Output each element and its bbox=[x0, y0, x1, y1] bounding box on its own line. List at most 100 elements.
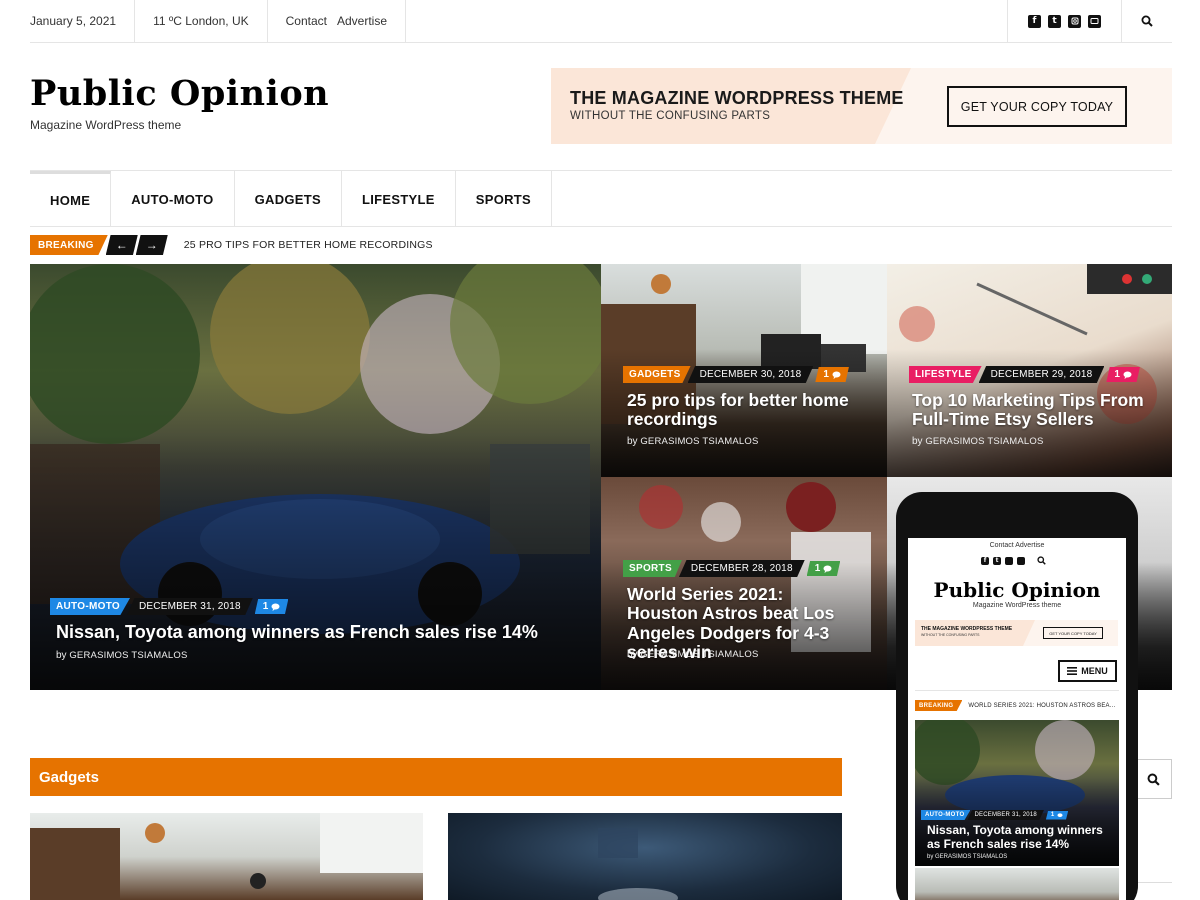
top-links: Contact Advertise bbox=[268, 0, 407, 42]
comment-icon bbox=[832, 371, 841, 379]
mobile-tagline: Magazine WordPress theme bbox=[972, 602, 1062, 609]
mobile-banner-subtitle: WITHOUT THE CONFUSING PARTS bbox=[921, 633, 980, 637]
gadgets-post-thumbnail[interactable] bbox=[30, 813, 423, 900]
main-navigation: HOME AUTO-MOTO GADGETS LIFESTYLE SPORTS bbox=[30, 170, 1172, 227]
breaking-news-ticker: BREAKING ← → 25 PRO TIPS FOR BETTER HOME… bbox=[30, 235, 433, 255]
comment-icon bbox=[1057, 812, 1063, 817]
youtube-icon bbox=[1017, 556, 1025, 565]
ticker-prev-button[interactable]: ← bbox=[105, 235, 138, 255]
featured-post[interactable]: GADGETS DECEMBER 30, 2018 1 25 pro tips … bbox=[601, 264, 887, 477]
header-banner-ad[interactable]: THE MAGAZINE WORDPRESS THEME WITHOUT THE… bbox=[551, 68, 1172, 144]
post-byline: by GERASIMOS TSIAMALOS bbox=[912, 436, 1044, 447]
post-byline: by GERASIMOS TSIAMALOS bbox=[627, 436, 759, 447]
featured-post[interactable]: LIFESTYLE DECEMBER 29, 2018 1 Top 10 Mar… bbox=[887, 264, 1172, 477]
banner-title: THE MAGAZINE WORDPRESS THEME bbox=[570, 88, 904, 108]
comment-icon bbox=[271, 603, 280, 611]
search-icon bbox=[1037, 556, 1046, 565]
post-date: DECEMBER 28, 2018 bbox=[678, 560, 805, 577]
nav-item-auto-moto[interactable]: AUTO-MOTO bbox=[111, 171, 235, 227]
get-copy-button[interactable]: GET YOUR COPY TODAY bbox=[947, 86, 1127, 127]
post-category-badge[interactable]: GADGETS bbox=[623, 366, 691, 383]
nav-item-lifestyle[interactable]: LIFESTYLE bbox=[342, 171, 456, 227]
post-author[interactable]: GERASIMOS TSIAMALOS bbox=[640, 649, 758, 660]
post-date: DECEMBER 29, 2018 bbox=[978, 366, 1105, 383]
post-byline: by GERASIMOS TSIAMALOS bbox=[56, 650, 188, 661]
byline-prefix: by bbox=[627, 436, 638, 447]
post-author[interactable]: GERASIMOS TSIAMALOS bbox=[925, 436, 1043, 447]
twitter-icon[interactable]: t bbox=[1048, 14, 1061, 28]
mobile-comment-count: 1 bbox=[1050, 812, 1055, 818]
current-date: January 5, 2021 bbox=[30, 0, 136, 42]
post-title[interactable]: Top 10 Marketing Tips From Full-Time Ets… bbox=[912, 390, 1157, 430]
gadgets-post-thumbnail[interactable] bbox=[448, 813, 842, 900]
desk-photo bbox=[30, 813, 423, 900]
comment-icon bbox=[823, 565, 832, 573]
mobile-post-byline: by GERASIMOS TSIAMALOS bbox=[927, 854, 1007, 860]
mobile-post-author: GERASIMOS TSIAMALOS bbox=[935, 854, 1008, 860]
featured-post-large[interactable]: AUTO-MOTO DECEMBER 31, 2018 1 Nissan, To… bbox=[30, 264, 601, 690]
nav-item-sports[interactable]: SPORTS bbox=[456, 171, 553, 227]
byline-prefix: by bbox=[56, 650, 67, 661]
mobile-top-links: Contact Advertise bbox=[989, 542, 1045, 549]
comment-count: 1 bbox=[814, 563, 821, 574]
instagram-icon bbox=[1005, 556, 1013, 565]
gadget-photo bbox=[598, 828, 678, 900]
section-heading-gadgets[interactable]: Gadgets bbox=[30, 758, 842, 796]
mobile-banner-title: THE MAGAZINE WORDPRESS THEME bbox=[921, 626, 1013, 632]
mobile-menu-button: MENU bbox=[1058, 660, 1117, 682]
mobile-post-date: DECEMBER 31, 2018 bbox=[967, 810, 1044, 820]
breaking-headline[interactable]: 25 PRO TIPS FOR BETTER HOME RECORDINGS bbox=[184, 239, 433, 251]
twitter-icon: t bbox=[993, 556, 1001, 565]
post-category-badge[interactable]: AUTO-MOTO bbox=[50, 598, 130, 615]
instagram-icon[interactable] bbox=[1068, 14, 1081, 28]
mobile-featured-post: AUTO-MOTO DECEMBER 31, 2018 1 Nissan, To… bbox=[915, 720, 1119, 866]
comment-count: 1 bbox=[1114, 369, 1120, 380]
site-logo[interactable]: Public Opinion bbox=[30, 76, 329, 111]
mobile-menu-label: MENU bbox=[1081, 666, 1108, 676]
facebook-icon: f bbox=[981, 556, 989, 565]
comment-icon bbox=[1123, 371, 1132, 379]
post-author[interactable]: GERASIMOS TSIAMALOS bbox=[640, 436, 758, 447]
comment-count-badge[interactable]: 1 bbox=[815, 367, 849, 382]
featured-post[interactable]: SPORTS DECEMBER 28, 2018 1 World Series … bbox=[601, 477, 887, 690]
search-icon bbox=[1147, 773, 1160, 786]
mobile-logo: Public Opinion bbox=[933, 578, 1101, 602]
mobile-comment-badge: 1 bbox=[1045, 810, 1069, 820]
mobile-banner: THE MAGAZINE WORDPRESS THEME WITHOUT THE… bbox=[915, 620, 1118, 646]
sidebar-search-button[interactable] bbox=[1135, 759, 1172, 799]
comment-count-badge[interactable]: 1 bbox=[1106, 367, 1140, 382]
site-tagline: Magazine WordPress theme bbox=[30, 118, 182, 132]
mobile-breaking-headline: WORLD SERIES 2021: HOUSTON ASTROS BEA... bbox=[968, 702, 1116, 709]
comment-count-badge[interactable]: 1 bbox=[254, 599, 289, 614]
header-search-button[interactable] bbox=[1122, 0, 1172, 42]
mobile-banner-button: GET YOUR COPY TODAY bbox=[1043, 627, 1103, 639]
mobile-breaking-label: BREAKING bbox=[915, 700, 963, 711]
mobile-preview-mockup: Contact Advertise f t Public Opinion Mag… bbox=[896, 492, 1138, 900]
comment-count: 1 bbox=[262, 601, 269, 612]
nav-item-gadgets[interactable]: GADGETS bbox=[235, 171, 342, 227]
post-byline: by GERASIMOS TSIAMALOS bbox=[627, 649, 759, 660]
facebook-icon[interactable]: f bbox=[1028, 14, 1041, 28]
comment-count-badge[interactable]: 1 bbox=[806, 561, 841, 576]
banner-subtitle: WITHOUT THE CONFUSING PARTS bbox=[570, 110, 771, 122]
mobile-post-title: Nissan, Toyota among winners as French s… bbox=[927, 823, 1103, 851]
breaking-label: BREAKING bbox=[30, 235, 108, 255]
post-category-badge[interactable]: LIFESTYLE bbox=[909, 366, 982, 383]
mobile-social-icons: f t bbox=[981, 556, 1046, 565]
mobile-category-badge: AUTO-MOTO bbox=[921, 810, 971, 820]
mobile-screen: Contact Advertise f t Public Opinion Mag… bbox=[908, 538, 1126, 900]
ticker-next-button[interactable]: → bbox=[135, 235, 168, 255]
post-category-badge[interactable]: SPORTS bbox=[623, 560, 682, 577]
post-title[interactable]: 25 pro tips for better home recordings bbox=[627, 390, 867, 430]
post-title[interactable]: Nissan, Toyota among winners as French s… bbox=[56, 622, 576, 643]
byline-prefix: by bbox=[627, 649, 638, 660]
comment-count: 1 bbox=[823, 369, 829, 380]
post-author[interactable]: GERASIMOS TSIAMALOS bbox=[69, 650, 187, 661]
nav-item-home[interactable]: HOME bbox=[30, 171, 112, 227]
mobile-breaking-ticker: BREAKING WORLD SERIES 2021: HOUSTON ASTR… bbox=[915, 700, 1115, 711]
advertise-link[interactable]: Advertise bbox=[337, 14, 387, 28]
contact-link[interactable]: Contact bbox=[286, 14, 327, 28]
hamburger-icon bbox=[1067, 667, 1078, 675]
youtube-icon[interactable] bbox=[1088, 14, 1101, 28]
byline-prefix: by bbox=[912, 436, 923, 447]
